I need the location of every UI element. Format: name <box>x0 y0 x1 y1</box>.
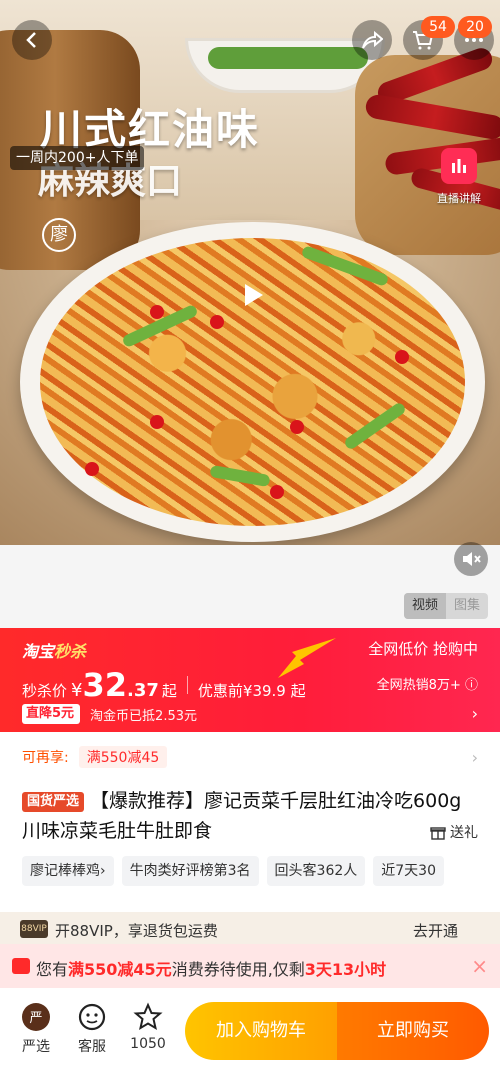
chili <box>150 305 164 319</box>
close-icon[interactable]: × <box>471 954 488 978</box>
direct-cut-tag: 直降5元 <box>22 704 81 724</box>
share-icon <box>362 30 383 49</box>
coupon-notice-text: 您有满550减45元消费券待使用,仅剩3天13小时 <box>36 956 386 980</box>
service-icon <box>77 1002 107 1032</box>
chip-item[interactable]: 廖记棒棒鸡› <box>22 856 114 886</box>
product-hero-image[interactable]: 川式红油味 麻辣爽口 一周内200+人下单 廖 直播讲解 <box>0 0 500 545</box>
live-label: 直播讲解 <box>437 192 481 205</box>
gift-icon <box>430 827 446 840</box>
chili <box>85 462 99 476</box>
tab-favorite[interactable]: 1050 <box>126 1002 170 1052</box>
notice-coupon: 满550减45元 <box>68 960 172 979</box>
direct-cut-label: 直降5元 <box>26 706 75 721</box>
direct-cut-row: 直降5元 淘金币已抵2.53元 <box>22 704 197 724</box>
currency-symbol: ¥ <box>71 680 83 701</box>
favorite-count: 1050 <box>130 1036 166 1052</box>
flash-sale-banner[interactable]: 淘宝秒杀 秒杀价 ¥ 32 .37 起 优惠前¥39.9 起 直降5元 淘金币已… <box>0 628 500 732</box>
chip-row: 廖记棒棒鸡› 牛肉类好评榜第3名 回头客362人 近7天30 <box>22 856 500 886</box>
price-integer: 32 <box>82 666 127 704</box>
info-icon[interactable]: ⓘ <box>465 678 478 693</box>
back-button[interactable] <box>12 20 52 60</box>
price-row: 秒杀价 ¥ 32 .37 起 优惠前¥39.9 起 <box>22 666 306 704</box>
chip-item[interactable]: 近7天30 <box>373 856 444 886</box>
vip-open-link[interactable]: 去开通 <box>413 920 458 941</box>
divider <box>186 676 188 694</box>
product-info-card: 可再享: 满550减45 › 国货严选 【爆款推荐】廖记贡菜千层肚红油冷吃600g… <box>0 732 500 912</box>
price-suffix: 起 <box>161 682 177 700</box>
media-toggle[interactable]: 视频 图集 <box>403 593 488 619</box>
notice-time: 3天13小时 <box>304 960 387 979</box>
live-explain-button[interactable]: 直播讲解 <box>430 148 488 220</box>
extra-coupon-label: 可再享: <box>22 750 69 766</box>
mute-icon <box>463 552 481 566</box>
bottom-action-bar: 严 严选 客服 1050 加入购物车 立即购买 <box>0 988 500 1072</box>
price-decimal: .37 <box>127 680 159 701</box>
gift-button[interactable]: 送礼 <box>430 822 478 842</box>
lowest-price-label: 全网低价 抢购中 <box>368 640 478 658</box>
chip-item[interactable]: 牛肉类好评榜第3名 <box>121 856 259 886</box>
before-discount-price: 优惠前¥39.9 起 <box>197 682 306 700</box>
vip-banner[interactable]: 88VIP 开88VIP，享退货包运费 去开通 <box>0 912 500 946</box>
add-to-cart-button[interactable]: 加入购物车 <box>185 1002 337 1060</box>
mute-button[interactable] <box>454 542 488 576</box>
gift-label: 送礼 <box>450 825 478 841</box>
coupon-notice-bar[interactable]: 您有满550减45元消费券待使用,仅剩3天13小时 × <box>0 944 500 988</box>
tab-yanxuan[interactable]: 严 严选 <box>14 1002 58 1056</box>
hot-sale-label: 全网热销8万+ <box>376 678 461 693</box>
notice-mid: 消费券待使用,仅剩 <box>171 960 305 979</box>
brand-logo-icon: 廖 <box>42 218 76 252</box>
price-label: 秒杀价 <box>22 682 68 700</box>
chili <box>270 485 284 499</box>
chili <box>210 315 224 329</box>
taojinbi-label: 淘金币已抵2.53元 <box>90 708 197 724</box>
notice-pre: 您有 <box>36 960 69 979</box>
product-title-block: 国货严选 【爆款推荐】廖记贡菜千层肚红油冷吃600g川味凉菜毛肚牛肚即食 <box>22 786 477 846</box>
coupon-chip[interactable]: 满550减45 <box>78 746 168 768</box>
order-count-pill: 一周内200+人下单 <box>10 146 145 170</box>
star-icon <box>133 1002 163 1032</box>
image-tab[interactable]: 图集 <box>446 593 488 619</box>
chili <box>395 350 409 364</box>
flash-sale-brand: 淘宝秒杀 <box>22 638 86 662</box>
chip-item[interactable]: 回头客362人 <box>266 856 366 886</box>
tab-service[interactable]: 客服 <box>70 1002 114 1056</box>
video-tab[interactable]: 视频 <box>403 593 446 619</box>
share-count-badge: 54 <box>421 16 455 38</box>
vip-text: 开88VIP，享退货包运费 <box>55 922 218 940</box>
chevron-right-icon[interactable]: › <box>472 748 478 767</box>
brand-taobao: 淘宝 <box>22 642 55 661</box>
back-arrow-icon <box>26 32 36 48</box>
media-bar: 视频 图集 <box>0 545 500 630</box>
coupon-chip-label: 满550减45 <box>86 750 160 766</box>
chili <box>290 420 304 434</box>
svg-text:严: 严 <box>29 1011 42 1026</box>
tab-service-label: 客服 <box>78 1039 106 1055</box>
share-button[interactable] <box>352 20 392 60</box>
tab-yanxuan-label: 严选 <box>22 1039 50 1055</box>
vip-tag: 88VIP <box>20 920 48 938</box>
chevron-right-icon[interactable]: › <box>472 704 478 723</box>
coupon-icon <box>12 958 30 974</box>
more-button[interactable]: 20 <box>454 16 494 60</box>
hot-sale-row: 全网热销8万+ ⓘ <box>377 674 478 693</box>
cart-count-badge: 20 <box>458 16 492 38</box>
play-icon[interactable] <box>235 278 269 312</box>
yanxuan-icon: 严 <box>21 1002 51 1032</box>
cart-top-button[interactable]: 54 <box>403 16 455 60</box>
product-title: 【爆款推荐】廖记贡菜千层肚红油冷吃600g川味凉菜毛肚牛肚即食 <box>22 790 462 842</box>
chili <box>150 415 164 429</box>
extra-coupon-row[interactable]: 可再享: 满550减45 <box>22 746 168 768</box>
guohuo-yanxuan-tag: 国货严选 <box>22 792 85 812</box>
buy-now-button[interactable]: 立即购买 <box>337 1002 489 1060</box>
brand-miaosha: 秒杀 <box>54 642 87 661</box>
live-icon <box>441 148 477 184</box>
